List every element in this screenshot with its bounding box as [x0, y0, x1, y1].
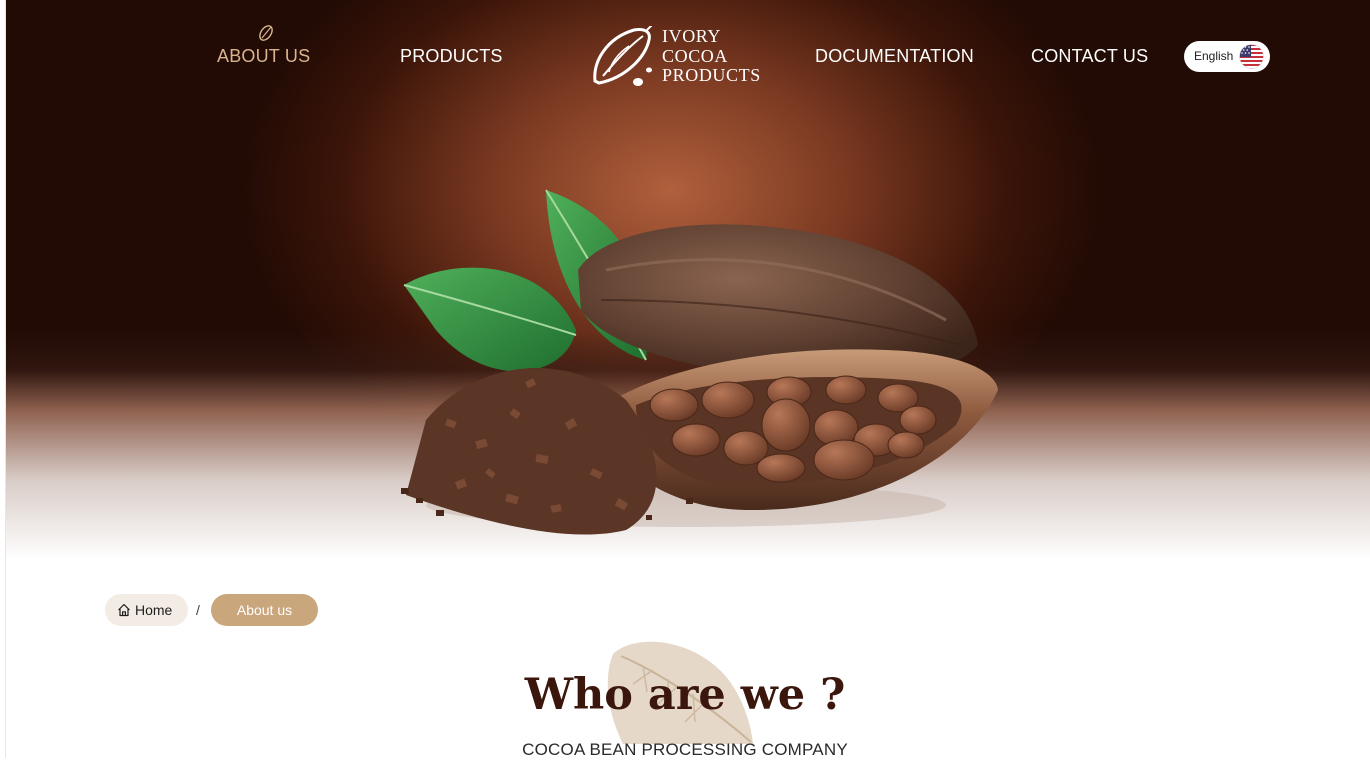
language-label: English — [1194, 49, 1234, 63]
section-subtitle: COCOA BEAN PROCESSING COMPANY — [522, 740, 848, 759]
nav-products[interactable]: PRODUCTS — [400, 46, 503, 67]
logo-line-3: PRODUCTS — [662, 65, 761, 85]
logo[interactable]: IVORY COCOA PRODUCTS — [589, 26, 779, 90]
logo-line-2: COCOA — [662, 45, 729, 66]
breadcrumb-separator: / — [196, 602, 200, 618]
logo-line-1: IVORY — [662, 26, 722, 46]
us-flag-icon — [1239, 44, 1264, 69]
section-title: Who are we ? — [524, 670, 846, 720]
breadcrumb-home[interactable]: Home — [105, 594, 188, 626]
nav-about-us[interactable]: ABOUT US — [217, 46, 310, 67]
cocoa-bean-icon — [259, 25, 273, 41]
nav-documentation[interactable]: DOCUMENTATION — [815, 46, 974, 67]
cocoa-pod-logo-icon — [593, 26, 653, 86]
breadcrumb-home-label: Home — [135, 602, 173, 618]
language-selector[interactable]: English — [1184, 41, 1270, 72]
nav-contact-us[interactable]: CONTACT US — [1031, 46, 1148, 67]
hero-banner: ABOUT US PRODUCTS IVORY COCOA PRODUCTS D… — [6, 0, 1370, 578]
breadcrumb-current: About us — [211, 594, 318, 626]
home-icon — [118, 603, 130, 617]
